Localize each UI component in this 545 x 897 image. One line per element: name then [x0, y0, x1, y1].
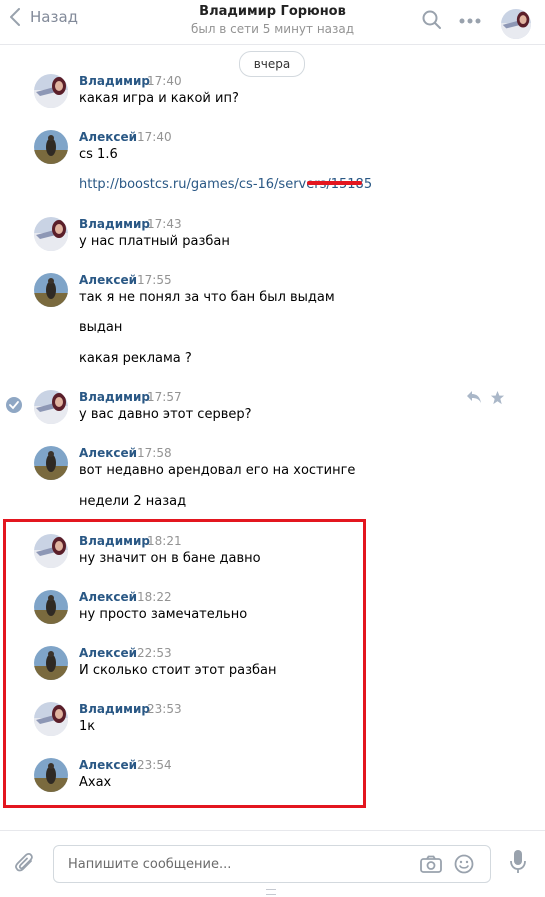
message-text: у вас давно этот сервер? — [79, 407, 252, 422]
selected-check-icon[interactable] — [6, 397, 22, 413]
date-divider: вчера — [239, 51, 305, 77]
emoji-icon[interactable] — [454, 854, 474, 874]
message-text: ну значит он в бане давно — [79, 551, 261, 566]
message-text: выдан — [79, 320, 123, 335]
author-name[interactable]: Владимир — [79, 702, 150, 716]
author-name[interactable]: Алексей — [79, 273, 137, 287]
message-text: 1к — [79, 719, 96, 734]
reply-icon[interactable] — [466, 390, 482, 404]
avatar-vladimir[interactable] — [34, 217, 68, 251]
message-text: И сколько стоит этот разбан — [79, 663, 277, 678]
message-time[interactable]: 18:21 — [147, 534, 182, 548]
avatar-vladimir[interactable] — [34, 702, 68, 736]
author-name[interactable]: Владимир — [79, 74, 150, 88]
message-time[interactable]: 23:53 — [147, 702, 182, 716]
message-time[interactable]: 17:57 — [147, 390, 182, 404]
avatar-vladimir[interactable] — [34, 390, 68, 424]
author-name[interactable]: Алексей — [79, 130, 137, 144]
message-text: недели 2 назад — [79, 494, 187, 509]
message-time[interactable]: 17:40 — [147, 74, 182, 88]
avatar-aleksey[interactable] — [34, 590, 68, 624]
avatar-aleksey[interactable] — [34, 130, 68, 164]
resize-grip[interactable] — [266, 889, 276, 895]
message-time[interactable]: 17:55 — [137, 273, 172, 287]
message-time[interactable]: 17:58 — [137, 446, 172, 460]
star-icon[interactable] — [490, 390, 505, 405]
camera-icon[interactable] — [420, 855, 442, 873]
message-text: у нас платный разбан — [79, 234, 230, 249]
avatar-aleksey[interactable] — [34, 446, 68, 480]
microphone-icon[interactable] — [509, 849, 527, 875]
author-name[interactable]: Алексей — [79, 446, 137, 460]
message-time[interactable]: 17:40 — [137, 130, 172, 144]
avatar-aleksey[interactable] — [34, 273, 68, 307]
contact-avatar[interactable] — [501, 9, 531, 39]
message-text: Ахах — [79, 775, 112, 790]
online-status: был в сети 5 минут назад — [190, 22, 355, 36]
message-text: какая игра и какой ип? — [79, 91, 239, 106]
message-text: вот недавно арендовал его на хостинге — [79, 463, 356, 478]
message-time[interactable]: 22:53 — [137, 646, 172, 660]
message-input[interactable] — [66, 852, 410, 876]
avatar-vladimir[interactable] — [34, 74, 68, 108]
redaction-mark — [307, 181, 362, 185]
chat-title[interactable]: Владимир Горюнов — [0, 4, 545, 19]
more-icon[interactable] — [459, 18, 481, 24]
message-time[interactable]: 18:22 — [137, 590, 172, 604]
message-composer — [0, 830, 545, 897]
author-name[interactable]: Владимир — [79, 217, 150, 231]
paperclip-icon[interactable] — [14, 851, 36, 875]
author-name[interactable]: Владимир — [79, 534, 150, 548]
author-name[interactable]: Алексей — [79, 758, 137, 772]
avatar-vladimir[interactable] — [34, 534, 68, 568]
search-icon[interactable] — [422, 10, 442, 30]
message-text: так я не понял за что бан был выдам — [79, 290, 335, 305]
author-name[interactable]: Алексей — [79, 646, 137, 660]
author-name[interactable]: Алексей — [79, 590, 137, 604]
message-text: ну просто замечательно — [79, 607, 248, 622]
message-input-box — [53, 845, 491, 883]
message-text: cs 1.6 — [79, 147, 118, 162]
message-time[interactable]: 17:43 — [147, 217, 182, 231]
message-text: какая реклама ? — [79, 351, 192, 366]
author-name[interactable]: Владимир — [79, 390, 150, 404]
avatar-aleksey[interactable] — [34, 758, 68, 792]
chat-header: Назад Владимир Горюнов был в сети 5 мину… — [0, 0, 545, 45]
avatar-aleksey[interactable] — [34, 646, 68, 680]
message-time[interactable]: 23:54 — [137, 758, 172, 772]
